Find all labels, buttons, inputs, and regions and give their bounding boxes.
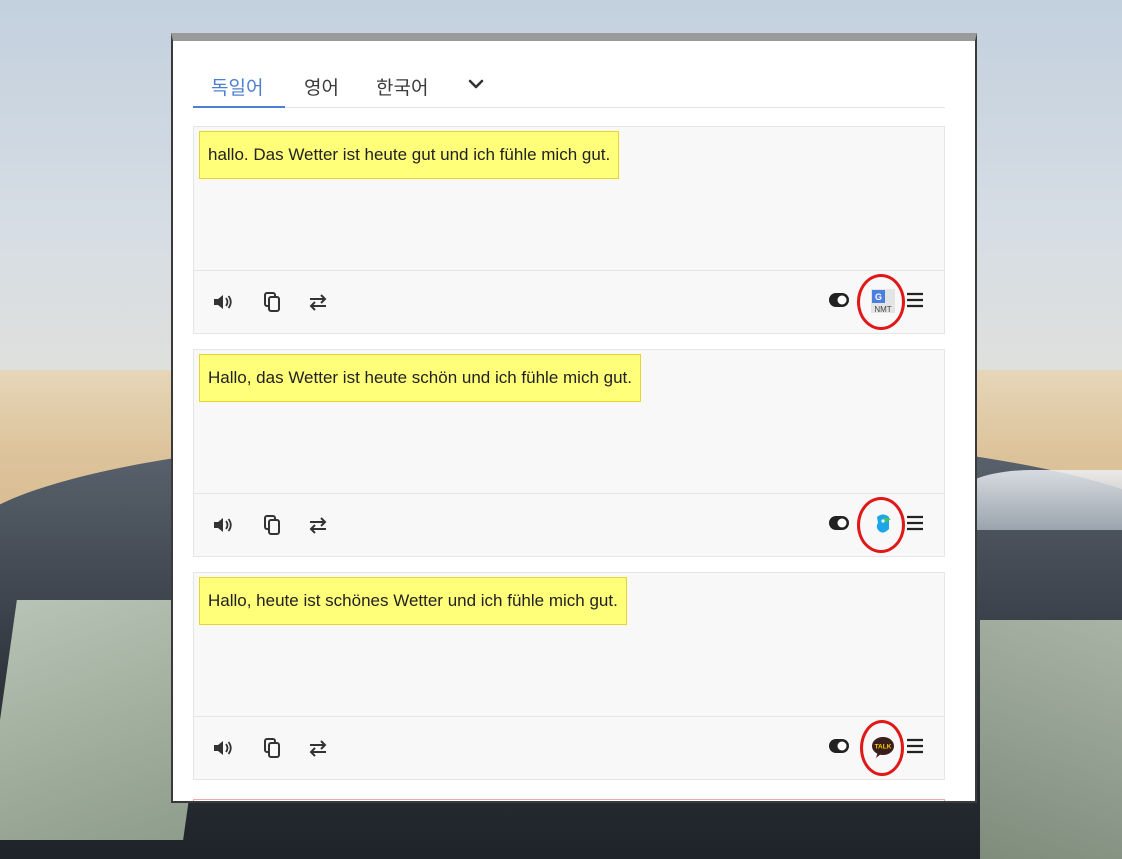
speaker-icon[interactable] (212, 291, 234, 313)
svg-text:G: G (875, 292, 882, 302)
tab-german[interactable]: 독일어 (211, 73, 263, 100)
translation-card: Hallo, heute ist schönes Wetter und ich … (193, 572, 945, 780)
language-tabs: 독일어 영어 한국어 (193, 65, 945, 108)
translation-card-partial (193, 799, 945, 801)
toggle-icon[interactable] (828, 515, 850, 531)
copy-icon[interactable] (261, 737, 283, 759)
speaker-icon[interactable] (212, 514, 234, 536)
translation-text[interactable]: Hallo, das Wetter ist heute schön und ic… (199, 354, 641, 402)
active-tab-underline (193, 106, 285, 108)
google-translate-icon[interactable]: G NMT (870, 288, 896, 314)
menu-icon[interactable] (906, 291, 924, 309)
tab-english[interactable]: 영어 (304, 73, 339, 100)
translation-card: Hallo, das Wetter ist heute schön und ic… (193, 349, 945, 557)
menu-icon[interactable] (906, 514, 924, 532)
menu-icon[interactable] (906, 737, 924, 755)
toggle-icon[interactable] (828, 292, 850, 308)
card-toolbar (194, 493, 944, 556)
translation-text[interactable]: Hallo, heute ist schönes Wetter und ich … (199, 577, 627, 625)
engine-label: TALK (875, 744, 892, 751)
tab-korean[interactable]: 한국어 (376, 73, 428, 100)
swap-icon[interactable] (307, 737, 329, 759)
card-toolbar: G NMT (194, 270, 944, 333)
copy-icon[interactable] (261, 291, 283, 313)
engine-label: NMT (874, 305, 891, 314)
swap-icon[interactable] (307, 514, 329, 536)
translator-panel: 독일어 영어 한국어 hallo. Das Wetter ist heute g… (171, 33, 977, 803)
papago-icon[interactable] (870, 511, 896, 537)
translation-card: hallo. Das Wetter ist heute gut und ich … (193, 126, 945, 334)
swap-icon[interactable] (307, 291, 329, 313)
speaker-icon[interactable] (212, 737, 234, 759)
translation-text[interactable]: hallo. Das Wetter ist heute gut und ich … (199, 131, 620, 179)
kakao-talk-icon[interactable]: TALK (870, 734, 896, 760)
toggle-icon[interactable] (828, 738, 850, 754)
card-toolbar: TALK (194, 716, 944, 779)
chevron-down-icon[interactable] (467, 75, 485, 93)
copy-icon[interactable] (261, 514, 283, 536)
